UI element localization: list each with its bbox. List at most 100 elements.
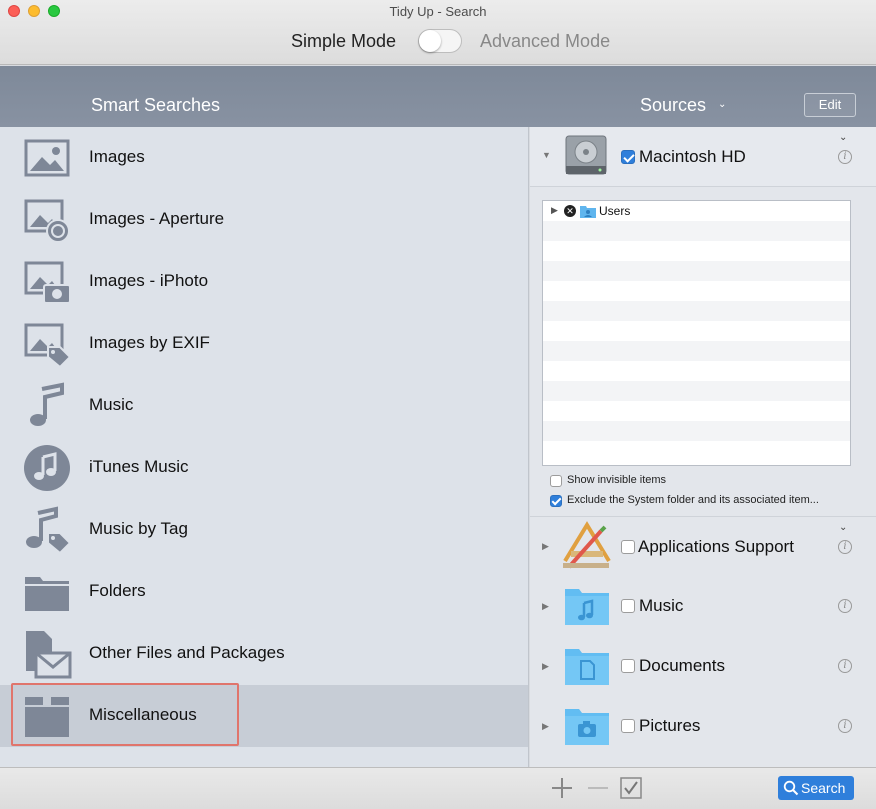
disclosure-triangle-open-icon[interactable]: ▼: [542, 150, 551, 160]
mode-toggle-switch[interactable]: [418, 29, 462, 53]
tree-row-empty: [543, 361, 850, 381]
sources-panel: ▼ Macintosh HD i ⌄ ▶ ✕ Users Show invisi…: [530, 127, 876, 767]
source-checkbox[interactable]: [621, 599, 635, 613]
music-tag-icon: [26, 506, 72, 555]
smart-search-images[interactable]: Images: [0, 127, 528, 189]
smart-search-label: Images by EXIF: [89, 333, 210, 352]
smart-search-music-by-tag[interactable]: Music by Tag: [0, 499, 528, 561]
search-button[interactable]: Search: [778, 776, 854, 800]
smart-search-music[interactable]: Music: [0, 375, 528, 437]
smart-search-label: iTunes Music: [89, 457, 189, 476]
info-icon[interactable]: i: [838, 540, 852, 554]
image-camera-icon: [24, 261, 71, 304]
tree-row-empty: [543, 441, 850, 461]
tree-row-empty: [543, 261, 850, 281]
toggle-knob: [419, 30, 441, 52]
show-invisible-checkbox[interactable]: [550, 475, 562, 487]
chevron-down-icon[interactable]: ⌄: [718, 99, 726, 110]
window-title: Tidy Up - Search: [389, 4, 487, 19]
tree-row-empty: [543, 221, 850, 241]
smart-search-images-exif[interactable]: Images by EXIF: [0, 313, 528, 375]
magnifier-icon: [783, 780, 799, 796]
source-pictures: ▶ Pictures i: [530, 697, 876, 757]
disclosure-triangle-icon[interactable]: ▶: [542, 541, 549, 552]
source-name: Documents: [639, 656, 725, 675]
chevron-down-icon[interactable]: ⌄: [839, 132, 847, 143]
source-applications-support: ▶ Applications Support i: [530, 517, 876, 577]
smart-search-label: Folders: [89, 581, 146, 600]
source-checkbox[interactable]: [621, 150, 635, 164]
tree-row-label: Users: [599, 204, 631, 218]
select-all-checkbox-icon[interactable]: [620, 777, 642, 799]
disclosure-triangle-icon[interactable]: ▶: [542, 721, 549, 732]
image-tag-icon: [24, 323, 72, 369]
source-name: Macintosh HD: [639, 147, 746, 166]
pictures-folder-icon: [565, 709, 609, 745]
hard-drive-icon: [565, 135, 607, 175]
info-icon[interactable]: i: [838, 659, 852, 673]
source-documents: ▶ Documents i: [530, 637, 876, 697]
smart-searches-heading: Smart Searches: [91, 95, 221, 115]
exclude-x-icon[interactable]: ✕: [564, 205, 576, 217]
exclude-system-label: Exclude the System folder and its associ…: [567, 494, 819, 506]
smart-search-other-files[interactable]: Other Files and Packages: [0, 623, 528, 685]
image-aperture-icon: [24, 199, 70, 243]
documents-folder-icon: [565, 649, 609, 685]
source-macintosh-hd: ▼ Macintosh HD i ⌄: [530, 127, 876, 187]
source-checkbox[interactable]: [621, 540, 635, 554]
file-envelope-icon: [26, 631, 72, 679]
smart-search-label: Music: [89, 395, 134, 414]
source-name: Music: [639, 596, 684, 615]
selection-highlight-outline: [11, 683, 239, 746]
smart-search-label: Images - iPhoto: [89, 271, 209, 290]
simple-mode-label[interactable]: Simple Mode: [291, 31, 396, 52]
smart-search-label: Other Files and Packages: [89, 643, 285, 662]
title-bar: Tidy Up - Search Simple Mode Advanced Mo…: [0, 0, 876, 65]
add-icon[interactable]: [551, 777, 573, 799]
users-folder-icon: [580, 206, 596, 218]
applications-icon: [563, 521, 611, 569]
exclude-system-checkbox[interactable]: [550, 495, 562, 507]
itunes-icon: [24, 445, 70, 491]
tree-row[interactable]: ▶ ✕ Users: [543, 201, 850, 221]
disclosure-triangle-icon[interactable]: ▶: [551, 205, 558, 216]
music-note-icon: [30, 382, 64, 426]
smart-search-itunes-music[interactable]: iTunes Music: [0, 437, 528, 499]
remove-icon[interactable]: [587, 777, 609, 799]
smart-search-images-aperture[interactable]: Images - Aperture: [0, 189, 528, 251]
source-name: Applications Support: [638, 537, 794, 556]
smart-search-label: Images - Aperture: [89, 209, 225, 228]
source-checkbox[interactable]: [621, 659, 635, 673]
image-icon: [24, 139, 70, 177]
folder-tree[interactable]: ▶ ✕ Users: [542, 200, 851, 466]
tree-row-empty: [543, 281, 850, 301]
search-button-label: Search: [801, 780, 846, 796]
show-invisible-label: Show invisible items: [567, 474, 667, 486]
tree-row-empty: [543, 381, 850, 401]
smart-searches-list: Images Images - Aperture Images - iPhoto…: [0, 127, 529, 767]
source-name: Pictures: [639, 716, 701, 735]
smart-search-label: Images: [89, 147, 145, 166]
smart-search-label: Music by Tag: [89, 519, 188, 538]
music-folder-icon: [565, 589, 609, 625]
bottom-toolbar: [0, 767, 876, 809]
advanced-mode-label[interactable]: Advanced Mode: [480, 31, 610, 52]
tree-row-empty: [543, 421, 850, 441]
sources-dropdown[interactable]: Sources: [640, 95, 706, 116]
tree-row-empty: [543, 301, 850, 321]
disclosure-triangle-icon[interactable]: ▶: [542, 661, 549, 672]
smart-search-folders[interactable]: Folders: [0, 561, 528, 623]
tree-row-empty: [543, 241, 850, 261]
tree-row-empty: [543, 321, 850, 341]
source-checkbox[interactable]: [621, 719, 635, 733]
info-icon[interactable]: i: [838, 150, 852, 164]
tree-row-empty: [543, 341, 850, 361]
tree-row-empty: [543, 401, 850, 421]
smart-search-images-iphoto[interactable]: Images - iPhoto: [0, 251, 528, 313]
folder-icon: [25, 577, 69, 611]
edit-button[interactable]: Edit: [804, 93, 856, 117]
disclosure-triangle-icon[interactable]: ▶: [542, 601, 549, 612]
info-icon[interactable]: i: [838, 719, 852, 733]
source-music: ▶ Music i: [530, 577, 876, 637]
info-icon[interactable]: i: [838, 599, 852, 613]
